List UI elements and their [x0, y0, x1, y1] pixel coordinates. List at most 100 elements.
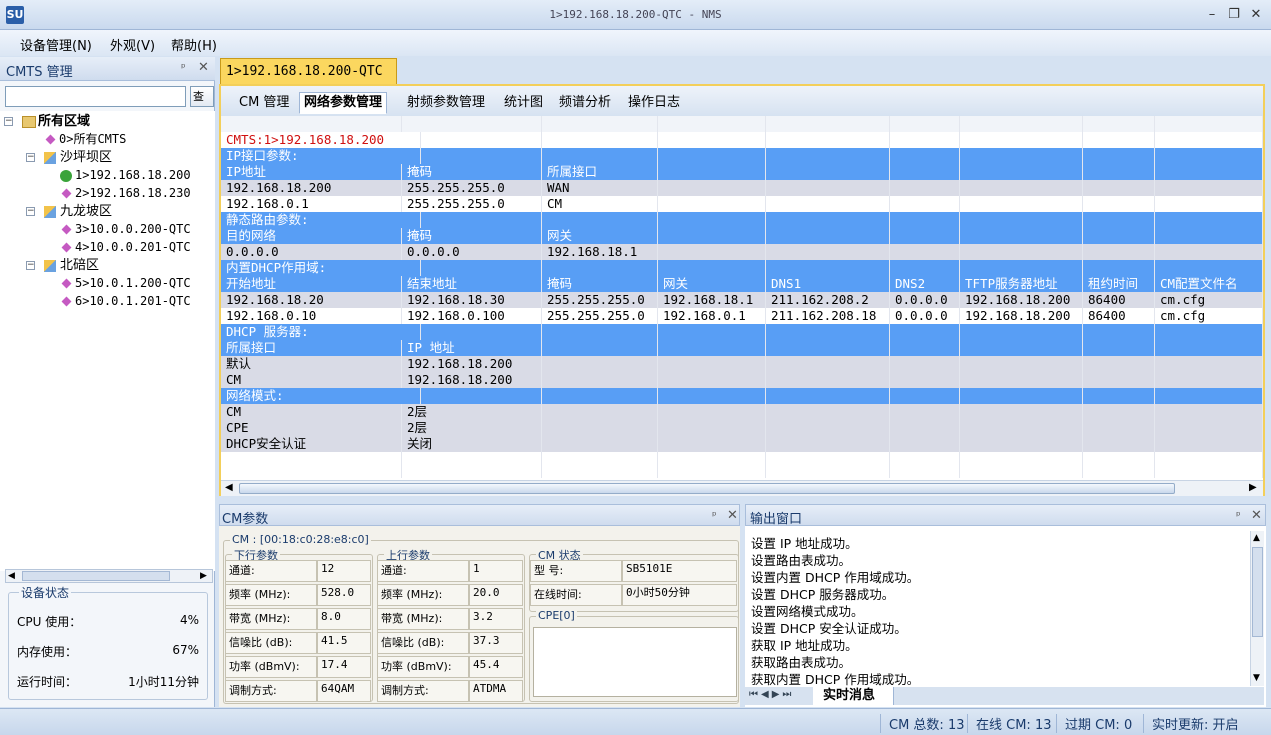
tab-realtime-messages[interactable]: 实时消息	[813, 687, 895, 705]
tree-node[interactable]: 1>192.168.18.200	[60, 167, 191, 184]
grid-cell	[1083, 436, 1155, 452]
tree-node[interactable]: 2>192.168.18.230	[60, 185, 191, 202]
device-status-title: 设备状态	[19, 584, 72, 601]
grid-cell	[402, 388, 542, 404]
tree-node[interactable]: 沙坪坝区	[44, 149, 112, 166]
restore-button[interactable]: ❐	[1224, 6, 1244, 24]
upstream-field-value: 37.3	[469, 632, 523, 654]
device-online-icon	[60, 169, 72, 182]
grid-row[interactable]: IP地址 掩码 所属接口	[221, 164, 1263, 180]
output-vertical-scrollbar[interactable]: ▲ ▼	[1250, 531, 1264, 686]
grid-cell	[890, 468, 960, 478]
pin-icon[interactable]: ᵖ	[181, 61, 186, 74]
grid-row[interactable]: 192.168.18.200 255.255.255.0 WAN	[221, 180, 1263, 196]
grid-cell	[221, 468, 402, 478]
tree-node[interactable]: 5>10.0.1.200-QTC	[60, 275, 191, 292]
grid-row[interactable]: 192.168.0.10 192.168.0.100 255.255.255.0 19…	[221, 308, 1263, 324]
grid-row[interactable]	[221, 468, 1263, 478]
close-icon[interactable]: ✕	[198, 60, 209, 75]
close-icon[interactable]: ✕	[727, 508, 738, 523]
close-button[interactable]: ✕	[1246, 6, 1266, 24]
grid-row[interactable]: 0.0.0.0 0.0.0.0 192.168.18.1	[221, 244, 1263, 260]
tab-nav-icon[interactable]: ⏮◀▶⏭	[749, 689, 794, 700]
collapse-icon[interactable]: −	[26, 261, 35, 270]
grid-cell	[960, 148, 1083, 164]
grid-row[interactable]: DHCP 服务器:	[221, 324, 1263, 340]
grid-row[interactable]	[221, 116, 1263, 132]
grid-row[interactable]: CPE 2层	[221, 420, 1263, 436]
tab-statistics[interactable]: 统计图	[499, 92, 548, 114]
grid-cell	[766, 116, 890, 132]
tree-node[interactable]: 3>10.0.0.200-QTC	[60, 221, 191, 238]
grid-row[interactable]	[221, 452, 1263, 468]
cpe-list[interactable]	[533, 627, 737, 697]
tab-cm-management[interactable]: CM 管理	[234, 92, 294, 114]
scroll-thumb[interactable]	[239, 483, 1175, 494]
menu-help[interactable]: 帮助(H)	[171, 35, 217, 54]
tab-network-params[interactable]: 网络参数管理	[299, 92, 388, 114]
cmts-panel-title: CMTS 管理	[6, 65, 73, 80]
tree-node[interactable]: 北碚区	[44, 257, 99, 274]
search-input[interactable]	[5, 86, 186, 107]
cm-status-field-label: 在线时间:	[530, 584, 622, 606]
grid-row[interactable]: 192.168.0.1 255.255.255.0 CM	[221, 196, 1263, 212]
tree-node[interactable]: 4>10.0.0.201-QTC	[60, 239, 191, 256]
grid-row[interactable]: CM 192.168.18.200	[221, 372, 1263, 388]
tree-node[interactable]: 0>所有CMTS	[44, 131, 126, 148]
grid-cell	[960, 116, 1083, 132]
grid-cell	[1155, 340, 1263, 356]
scroll-right-icon[interactable]: ▶	[1249, 482, 1257, 493]
grid-row[interactable]: CM 2层	[221, 404, 1263, 420]
grid-cell	[1083, 468, 1155, 478]
grid-cell: 网关	[542, 228, 658, 244]
grid-row[interactable]: 192.168.18.20 192.168.18.30 255.255.255.0 1…	[221, 292, 1263, 308]
grid-row[interactable]: CMTS:1>192.168.18.200	[221, 132, 1263, 148]
collapse-icon[interactable]: −	[4, 117, 13, 126]
collapse-icon[interactable]: −	[26, 207, 35, 216]
grid-cell	[658, 180, 766, 196]
scroll-down-icon[interactable]: ▼	[1253, 673, 1260, 683]
document-tab[interactable]: 1>192.168.18.200-QTC	[220, 58, 397, 84]
grid-row[interactable]: DHCP安全认证 关闭	[221, 436, 1263, 452]
grid-row[interactable]: 静态路由参数:	[221, 212, 1263, 228]
grid-cell	[890, 356, 960, 372]
grid-row[interactable]: 网络模式:	[221, 388, 1263, 404]
scroll-up-icon[interactable]: ▲	[1253, 533, 1260, 543]
minimize-button[interactable]: –	[1202, 6, 1222, 24]
scroll-thumb[interactable]	[1252, 547, 1263, 637]
menu-device[interactable]: 设备管理(N)	[20, 35, 92, 54]
grid-row[interactable]: IP接口参数:	[221, 148, 1263, 164]
grid-row[interactable]: 开始地址 结束地址 掩码 网关 DNS1 DNS2 TFTP服务器地址 租约时间 CM配置文件名	[221, 276, 1263, 292]
scroll-left-icon[interactable]: ◀	[8, 571, 15, 581]
output-header: 输出窗口 ᵖ ✕	[745, 504, 1266, 527]
menu-view[interactable]: 外观(V)	[110, 35, 155, 54]
scroll-right-icon[interactable]: ▶	[200, 571, 207, 581]
scroll-thumb[interactable]	[22, 571, 170, 581]
search-button[interactable]: 查找	[190, 86, 214, 107]
grid-row[interactable]: 目的网络 掩码 网关	[221, 228, 1263, 244]
scroll-left-icon[interactable]: ◀	[225, 482, 233, 493]
tree-node[interactable]: 所有区域	[22, 113, 90, 130]
device-tree[interactable]: − 所有区域 0>所有CMTS − 沙坪坝区 1>192.168.18.200 2>192.…	[0, 111, 215, 571]
close-icon[interactable]: ✕	[1251, 508, 1262, 523]
cm-mac-label: CM : [00:18:c0:28:e8:c0]	[230, 533, 371, 546]
tree-node[interactable]: 九龙坡区	[44, 203, 112, 220]
tab-spectrum[interactable]: 频谱分析	[554, 92, 616, 114]
grid-cell	[1083, 372, 1155, 388]
grid-horizontal-scrollbar[interactable]: ◀ ▶	[221, 480, 1263, 496]
collapse-icon[interactable]: −	[26, 153, 35, 162]
tab-rf-params[interactable]: 射频参数管理	[402, 92, 490, 114]
pin-icon[interactable]: ᵖ	[1236, 509, 1241, 522]
grid-row[interactable]: 默认 192.168.18.200	[221, 356, 1263, 372]
grid-row[interactable]: 内置DHCP作用域:	[221, 260, 1263, 276]
grid-cell	[1083, 388, 1155, 404]
grid-cell	[960, 164, 1083, 180]
grid-cell: 目的网络	[221, 228, 402, 244]
pin-icon[interactable]: ᵖ	[712, 509, 717, 522]
tab-operation-log[interactable]: 操作日志	[623, 92, 685, 114]
grid-cell: 86400	[1083, 308, 1155, 324]
realtime-update: 实时更新: 开启	[1143, 714, 1239, 733]
tree-horizontal-scrollbar[interactable]: ◀ ▶	[5, 569, 213, 583]
tree-node[interactable]: 6>10.0.1.201-QTC	[60, 293, 191, 310]
grid-row[interactable]: 所属接口 IP 地址	[221, 340, 1263, 356]
